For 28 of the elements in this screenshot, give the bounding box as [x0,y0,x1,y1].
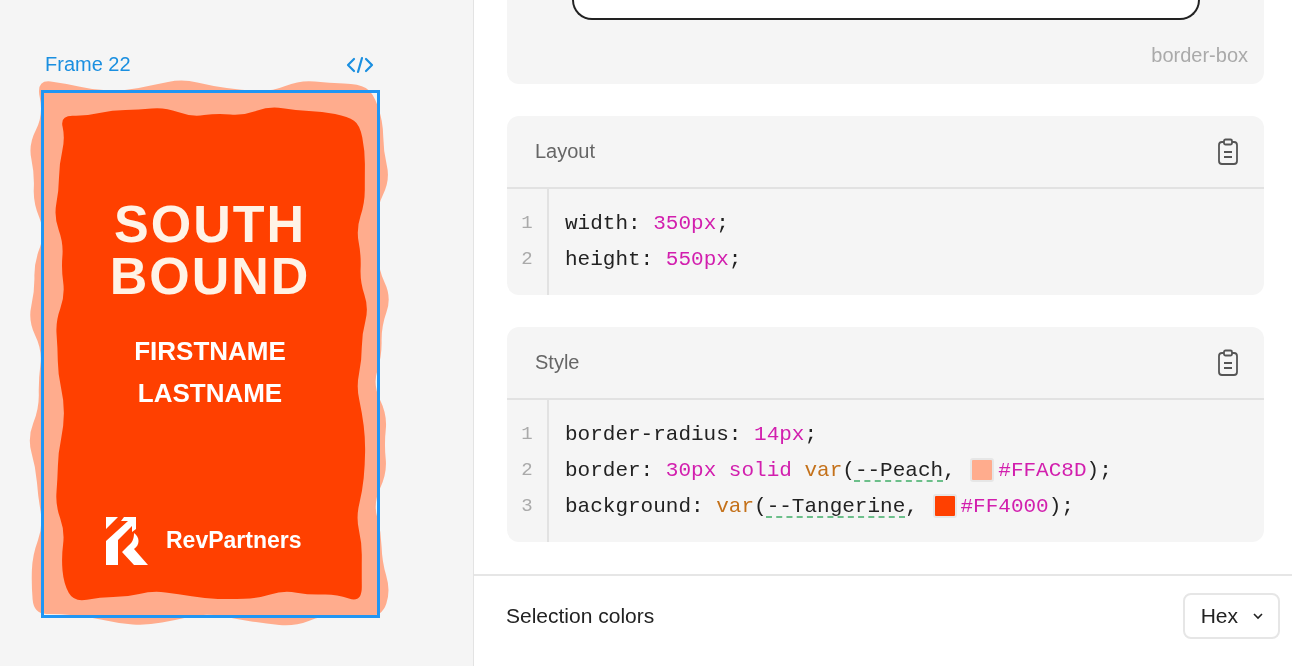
line-number: 1 [521,211,533,236]
section-title: Style [535,351,580,374]
code-text: border-radius: 14px; [565,422,818,446]
brand-name: RevPartners [166,527,302,554]
poster-title: BOUND [108,250,312,302]
frame-label: Frame 22 [45,53,131,76]
code-text: #FF4000); [960,494,1074,518]
poster-name: FIRSTNAME [133,336,287,367]
line-number: 3 [521,494,533,519]
code-text: height: 550px; [565,247,742,271]
code-text: border: 30px solid var(--Peach, [565,458,957,482]
code-text: width: 350px; [565,211,729,235]
poster-name: LASTNAME [136,378,284,409]
format-dropdown[interactable]: Hex [1182,593,1280,639]
line-number: 2 [521,247,533,272]
code-icon[interactable] [346,56,374,74]
code-text: background: var(--Tangerine, [565,494,919,518]
line-number: 1 [521,422,533,447]
logo-icon [104,515,150,567]
clipboard-icon[interactable] [1216,137,1240,166]
clipboard-icon[interactable] [1216,348,1240,377]
chevron-down-icon [1252,612,1264,620]
poster-title: SOUTH [113,198,307,250]
line-number: 2 [521,458,533,483]
box-sizing-label: border-box [1151,44,1248,67]
section-title: Layout [535,140,596,163]
code-text: #FFAC8D); [998,458,1112,482]
section-title: Selection colors [506,604,655,628]
